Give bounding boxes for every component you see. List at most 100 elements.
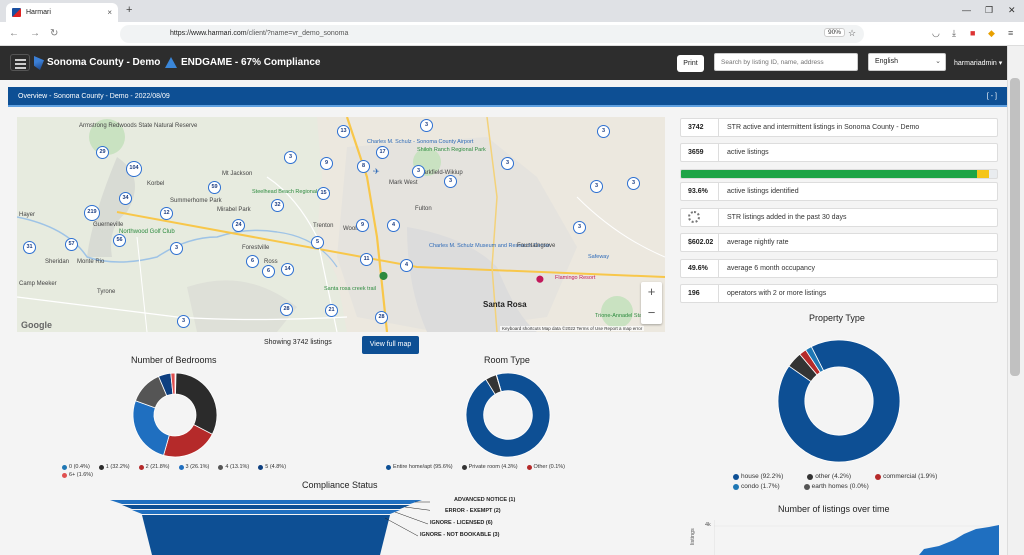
map-cluster-marker[interactable]: 24 [232, 219, 245, 232]
legend-item[interactable]: earth homes (0.0%) [803, 483, 869, 490]
map-cluster-marker[interactable]: 3 [420, 119, 433, 132]
legend-item[interactable]: other (4.2%) [807, 473, 851, 480]
map-cluster-marker[interactable]: 3 [412, 165, 425, 178]
pie-slice[interactable] [465, 372, 551, 458]
funnel-segment [110, 500, 422, 504]
map-cluster-marker[interactable]: 8 [357, 160, 370, 173]
url-text[interactable]: https://www.harmari.com/client/?name=vr_… [170, 30, 348, 37]
bedrooms-legend: 0 (0.4%) 1 (32.2%) 2 (21.8%) 3 (26.1%) 4 (13… [62, 464, 302, 478]
pie-slice[interactable] [132, 400, 170, 456]
view-full-map-button[interactable]: View full map [362, 336, 419, 354]
map-cluster-marker[interactable]: 3 [284, 151, 297, 164]
legend-item[interactable]: house (92.2%) [733, 473, 783, 480]
funnel-segment [122, 505, 410, 509]
identified-progress-bar [680, 169, 998, 179]
map-cluster-marker[interactable]: 9 [356, 219, 369, 232]
screenshot-extension-icon[interactable]: ■ [970, 28, 975, 38]
print-button[interactable]: Print [677, 55, 704, 72]
map-cluster-marker[interactable]: 15 [317, 187, 330, 200]
map-cluster-marker[interactable]: 104 [126, 161, 142, 177]
map-cluster-marker[interactable]: 28 [375, 311, 388, 324]
map-cluster-marker[interactable]: 3 [177, 315, 190, 328]
search-input[interactable] [714, 53, 858, 71]
funnel-segment [132, 510, 400, 514]
map-cluster-marker[interactable]: 12 [160, 207, 173, 220]
map-cluster-marker[interactable]: 14 [281, 263, 294, 276]
tab-close-icon[interactable]: × [107, 8, 112, 17]
map-cluster-marker[interactable]: 3 [573, 221, 586, 234]
zoom-level[interactable]: 90% [824, 28, 846, 37]
menu-icon[interactable]: ≡ [1008, 28, 1013, 38]
back-icon[interactable]: ← [9, 28, 19, 39]
stat-identified: 93.6% active listings identified [680, 182, 998, 201]
map-cluster-marker[interactable]: 28 [280, 303, 293, 316]
map-cluster-marker[interactable]: 6 [246, 255, 259, 268]
legend-item[interactable]: 1 (32.2%) [98, 464, 130, 470]
minimize-icon[interactable]: — [962, 5, 971, 15]
map-cluster-marker[interactable]: 31 [23, 241, 36, 254]
legend-item[interactable]: condo (1.7%) [733, 483, 780, 490]
map-cluster-marker[interactable]: 3 [170, 242, 183, 255]
bookmark-star-icon[interactable]: ☆ [848, 28, 856, 39]
pocket-icon[interactable]: ◡ [932, 28, 940, 39]
map-cluster-marker[interactable]: 56 [113, 234, 126, 247]
listings-area [919, 525, 999, 555]
map-cluster-marker[interactable]: 32 [271, 199, 284, 212]
map-cluster-marker[interactable]: 59 [208, 181, 221, 194]
map-cluster-marker[interactable]: 3 [501, 157, 514, 170]
map-cluster-marker[interactable]: 21 [325, 304, 338, 317]
stat-label: STR listings added in the past 30 days [727, 214, 847, 221]
hamburger-menu-button[interactable] [10, 54, 30, 71]
map-cluster-marker[interactable]: 3 [627, 177, 640, 190]
collapse-button[interactable]: [ - ] [987, 93, 997, 100]
downloads-icon[interactable]: ⤓ [952, 28, 956, 39]
map-cluster-marker[interactable]: 29 [96, 146, 109, 159]
map-cluster-marker[interactable]: 17 [376, 146, 389, 159]
forward-icon[interactable]: → [30, 28, 40, 39]
park-pin-icon: ⬤ [379, 271, 388, 280]
map-cluster-marker[interactable]: 3 [597, 125, 610, 138]
listings-map[interactable]: Armstrong Redwoods State Natural Reserve… [17, 117, 665, 332]
map-attribution[interactable]: Keyboard shortcuts Map data ©2022 Terms … [500, 326, 645, 331]
stat-value: 49.6% [681, 260, 719, 277]
pie-slice[interactable] [175, 372, 218, 435]
address-bar[interactable]: https://www.harmari.com/client/?name=vr_… [120, 25, 864, 43]
legend-item[interactable]: 3 (26.1%) [178, 464, 209, 470]
legend-item[interactable]: Other (0.1%) [526, 464, 565, 470]
map-cluster-marker[interactable]: 11 [360, 253, 373, 266]
stat-value: 93.6% [681, 183, 719, 200]
legend-item[interactable]: 2 (21.8%) [138, 464, 170, 470]
map-cluster-marker[interactable]: 6 [262, 265, 275, 278]
map-cluster-marker[interactable]: 5 [311, 236, 324, 249]
google-logo: Google [21, 320, 52, 330]
chevron-down-icon: ⌄ [935, 58, 941, 65]
reload-icon[interactable]: ↻ [50, 28, 58, 39]
extension-icon[interactable]: ◆ [988, 28, 995, 39]
legend-item[interactable]: commercial (1.9%) [875, 473, 937, 480]
user-menu[interactable]: harmariadmin ▾ [954, 59, 1002, 67]
legend-item[interactable]: 0 (0.4%) [62, 464, 90, 470]
scrollbar-thumb[interactable] [1010, 78, 1020, 376]
window-close-icon[interactable]: ✕ [1008, 5, 1016, 16]
new-tab-button[interactable]: + [126, 4, 132, 16]
zoom-out-button[interactable]: − [641, 303, 662, 324]
zoom-in-button[interactable]: + [641, 282, 662, 303]
map-cluster-marker[interactable]: 57 [65, 238, 78, 251]
legend-item[interactable]: 6+ (1.6%) [62, 472, 93, 478]
legend-item[interactable]: 4 (13.1%) [218, 464, 249, 470]
map-cluster-marker[interactable]: 219 [84, 205, 100, 221]
legend-item[interactable]: Entire home/apt (95.6%) [386, 464, 453, 470]
language-select[interactable]: English ⌄ [868, 53, 946, 71]
map-cluster-marker[interactable]: 3 [590, 180, 603, 193]
map-cluster-marker[interactable]: 34 [119, 192, 132, 205]
map-cluster-marker[interactable]: 4 [387, 219, 400, 232]
map-cluster-marker[interactable]: 4 [400, 259, 413, 272]
legend-item[interactable]: Private room (4.3%) [461, 464, 518, 470]
map-label: Santa Rosa [483, 300, 527, 309]
map-cluster-marker[interactable]: 13 [337, 125, 350, 138]
browser-tab[interactable]: Harmari × [6, 3, 118, 22]
legend-item[interactable]: 5 (4.8%) [258, 464, 286, 470]
map-cluster-marker[interactable]: 3 [444, 175, 457, 188]
map-cluster-marker[interactable]: 9 [320, 157, 333, 170]
restore-icon[interactable]: ❐ [985, 5, 993, 16]
